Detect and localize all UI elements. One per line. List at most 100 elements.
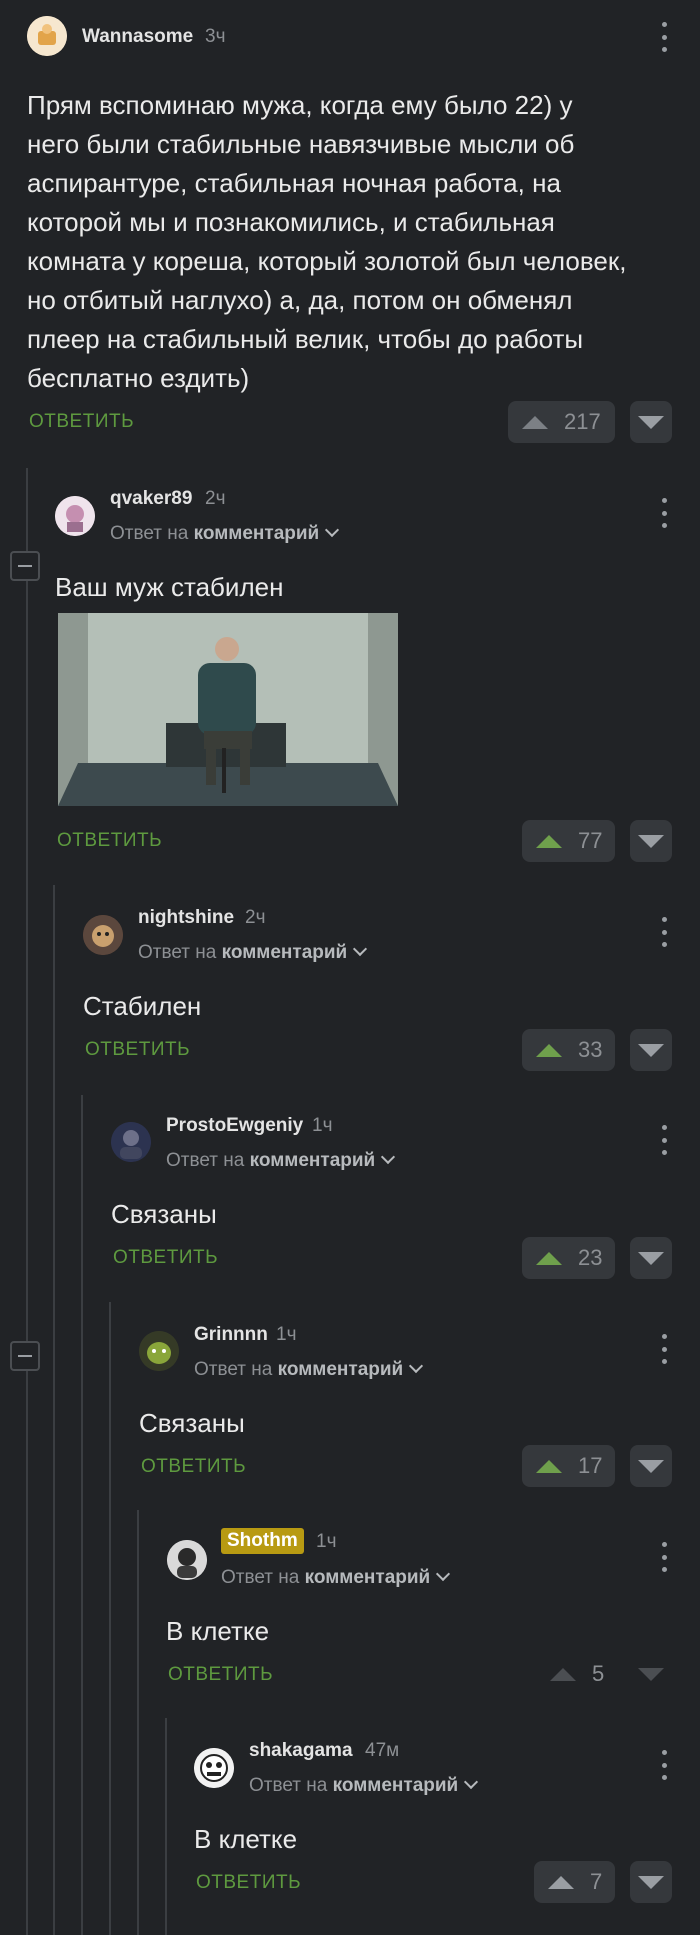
man-sitting-image — [58, 613, 398, 806]
comment-time: 1ч — [276, 1324, 297, 1345]
reply-button[interactable]: ОТВЕТИТЬ — [113, 1247, 218, 1269]
reply-to-target: комментарий — [249, 1150, 376, 1171]
avatar-image-icon — [83, 915, 123, 955]
avatar-image-icon — [167, 1540, 207, 1580]
avatar[interactable] — [55, 496, 95, 536]
reply-to-prefix: Ответ на — [194, 1359, 273, 1380]
chevron-down-icon — [464, 1774, 479, 1790]
reply-to-prefix: Ответ на — [221, 1567, 300, 1588]
upvote-button[interactable]: 23 — [522, 1237, 615, 1279]
avatar-image-icon — [139, 1331, 179, 1371]
upvote-button[interactable]: 5 — [536, 1653, 629, 1695]
more-options-icon[interactable] — [660, 1542, 668, 1572]
downvote-button[interactable] — [630, 1445, 672, 1487]
reply-to-target: комментарий — [193, 523, 320, 544]
comment-text: В клетке — [194, 1824, 298, 1854]
more-options-icon[interactable] — [660, 917, 668, 947]
username[interactable]: ProstoEwgeniy — [166, 1115, 303, 1137]
avatar[interactable] — [194, 1748, 234, 1788]
more-options-icon[interactable] — [660, 498, 668, 528]
reply-button[interactable]: ОТВЕТИТЬ — [29, 411, 134, 433]
reply-to-prefix: Ответ на — [166, 1150, 245, 1171]
reply-button[interactable]: ОТВЕТИТЬ — [57, 830, 162, 852]
reply-to-link[interactable]: Ответ на комментарий — [221, 1566, 451, 1589]
chevron-down-icon — [409, 1358, 424, 1374]
upvote-button[interactable]: 77 — [522, 820, 615, 862]
chevron-down-icon — [353, 941, 368, 957]
arrow-up-icon — [536, 1459, 562, 1473]
username[interactable]: nightshine — [138, 907, 234, 929]
arrow-down-icon — [638, 1875, 664, 1889]
downvote-button[interactable] — [630, 401, 672, 443]
reply-button[interactable]: ОТВЕТИТЬ — [196, 1872, 301, 1894]
arrow-down-icon — [638, 415, 664, 429]
reply-button[interactable]: ОТВЕТИТЬ — [141, 1456, 246, 1478]
vote-count: 33 — [578, 1037, 603, 1062]
avatar[interactable] — [111, 1122, 151, 1162]
avatar-image-icon — [194, 1748, 234, 1788]
username[interactable]: Grinnnn — [194, 1324, 268, 1346]
reply-to-link[interactable]: Ответ на комментарий — [249, 1774, 479, 1797]
thread-line — [26, 468, 28, 1935]
arrow-up-icon — [550, 1667, 576, 1681]
comment-time: 3ч — [205, 26, 226, 47]
downvote-button[interactable] — [630, 1653, 672, 1695]
downvote-button[interactable] — [630, 1237, 672, 1279]
more-options-icon[interactable] — [660, 1750, 668, 1780]
downvote-button[interactable] — [630, 820, 672, 862]
upvote-button[interactable]: 17 — [522, 1445, 615, 1487]
reply-to-target: комментарий — [304, 1567, 431, 1588]
avatar[interactable] — [83, 915, 123, 955]
collapse-thread-button[interactable] — [10, 551, 40, 581]
reply-to-link[interactable]: Ответ на комментарий — [194, 1358, 424, 1381]
avatar-image-icon — [111, 1122, 151, 1162]
thread-line — [109, 1302, 111, 1935]
reply-to-target: комментарий — [277, 1359, 404, 1380]
reply-to-prefix: Ответ на — [249, 1775, 328, 1796]
comment-text-line: бесплатно ездить) — [27, 363, 250, 393]
vote-count: 7 — [590, 1869, 603, 1894]
comment-text: Стабилен — [83, 991, 202, 1021]
more-options-icon[interactable] — [660, 22, 668, 52]
reply-to-link[interactable]: Ответ на комментарий — [110, 522, 340, 545]
vote-count: 17 — [578, 1453, 603, 1478]
collapse-thread-button[interactable] — [10, 1341, 40, 1371]
arrow-down-icon — [638, 1667, 664, 1681]
comment-text-line: комната у кореша, который золотой был че… — [27, 246, 627, 276]
comment-text: В клетке — [166, 1616, 270, 1646]
avatar[interactable] — [27, 16, 67, 56]
vote-count: 77 — [578, 828, 603, 853]
username[interactable]: Shothm — [221, 1528, 304, 1554]
comment-text-line: него были стабильные навязчивые мысли об — [27, 129, 575, 159]
upvote-button[interactable]: 217 — [508, 401, 615, 443]
avatar[interactable] — [167, 1540, 207, 1580]
comment-time: 1ч — [316, 1531, 337, 1552]
reply-button[interactable]: ОТВЕТИТЬ — [85, 1039, 190, 1061]
comment-text: Связаны — [111, 1199, 217, 1229]
comment-time: 1ч — [312, 1115, 333, 1136]
comment-time: 2ч — [205, 488, 226, 509]
reply-button[interactable]: ОТВЕТИТЬ — [168, 1664, 273, 1686]
username[interactable]: qvaker89 — [110, 488, 192, 510]
upvote-button[interactable]: 7 — [534, 1861, 615, 1903]
upvote-button[interactable]: 33 — [522, 1029, 615, 1071]
arrow-up-icon — [536, 1043, 562, 1057]
username[interactable]: Wannasome — [82, 26, 193, 48]
username[interactable]: shakagama — [249, 1740, 353, 1762]
comment-text-line: которой мы и познакомились, и стабильная — [27, 207, 555, 237]
avatar[interactable] — [139, 1331, 179, 1371]
comment-time: 47м — [365, 1740, 400, 1761]
reply-to-link[interactable]: Ответ на комментарий — [138, 941, 368, 964]
arrow-up-icon — [522, 415, 548, 429]
comment-text: Связаны — [139, 1408, 245, 1438]
comment-time: 2ч — [245, 907, 266, 928]
arrow-up-icon — [536, 1251, 562, 1265]
vote-count: 23 — [578, 1245, 603, 1270]
downvote-button[interactable] — [630, 1861, 672, 1903]
comment-image[interactable] — [58, 613, 398, 806]
downvote-button[interactable] — [630, 1029, 672, 1071]
reply-to-link[interactable]: Ответ на комментарий — [166, 1149, 396, 1172]
more-options-icon[interactable] — [660, 1125, 668, 1155]
vote-count: 5 — [592, 1661, 605, 1686]
more-options-icon[interactable] — [660, 1334, 668, 1364]
